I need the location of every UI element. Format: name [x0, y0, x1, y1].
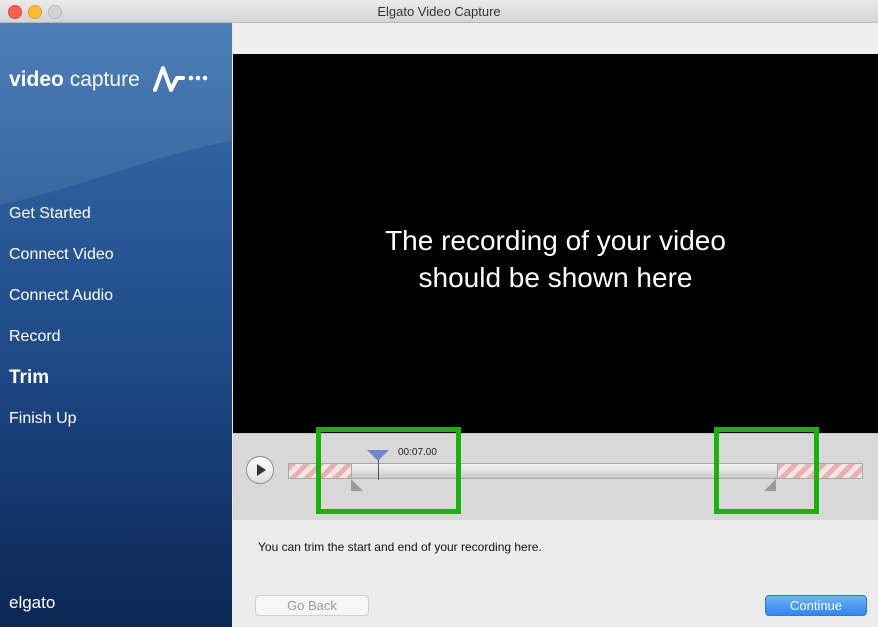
video-preview: The recording of your video should be sh…	[233, 54, 878, 433]
go-back-button[interactable]: Go Back	[255, 595, 369, 616]
video-message-line-2: should be shown here	[418, 262, 693, 293]
step-record: Record	[9, 328, 61, 345]
sidebar: video capture Get Started Connect Video …	[0, 23, 232, 627]
window-title: Elgato Video Capture	[377, 4, 501, 19]
step-connect-video: Connect Video	[9, 246, 114, 263]
logo-light-text: capture	[69, 68, 140, 91]
continue-button[interactable]: Continue	[765, 595, 867, 616]
video-placeholder-message: The recording of your video should be sh…	[233, 222, 878, 296]
play-button[interactable]	[246, 456, 274, 484]
end-handle-highlight	[714, 427, 819, 514]
elgato-brand-logo: elgato	[9, 593, 56, 612]
step-connect-audio: Connect Audio	[9, 287, 114, 304]
video-message-line-1: The recording of your video	[385, 225, 726, 256]
step-finish-up: Finish Up	[9, 410, 77, 427]
trim-instructions: You can trim the start and end of your r…	[258, 540, 542, 554]
video-capture-logo: video capture	[9, 66, 208, 92]
title-bar: Elgato Video Capture	[0, 0, 878, 23]
waveform-logo-icon	[153, 66, 208, 92]
start-handle-highlight	[316, 427, 461, 514]
wizard-steps: Get Started Connect Video Connect Audio …	[9, 204, 114, 450]
logo-bold-text: video	[9, 68, 64, 91]
top-strip	[233, 23, 878, 54]
step-trim: Trim	[9, 367, 50, 388]
step-get-started: Get Started	[9, 205, 91, 222]
